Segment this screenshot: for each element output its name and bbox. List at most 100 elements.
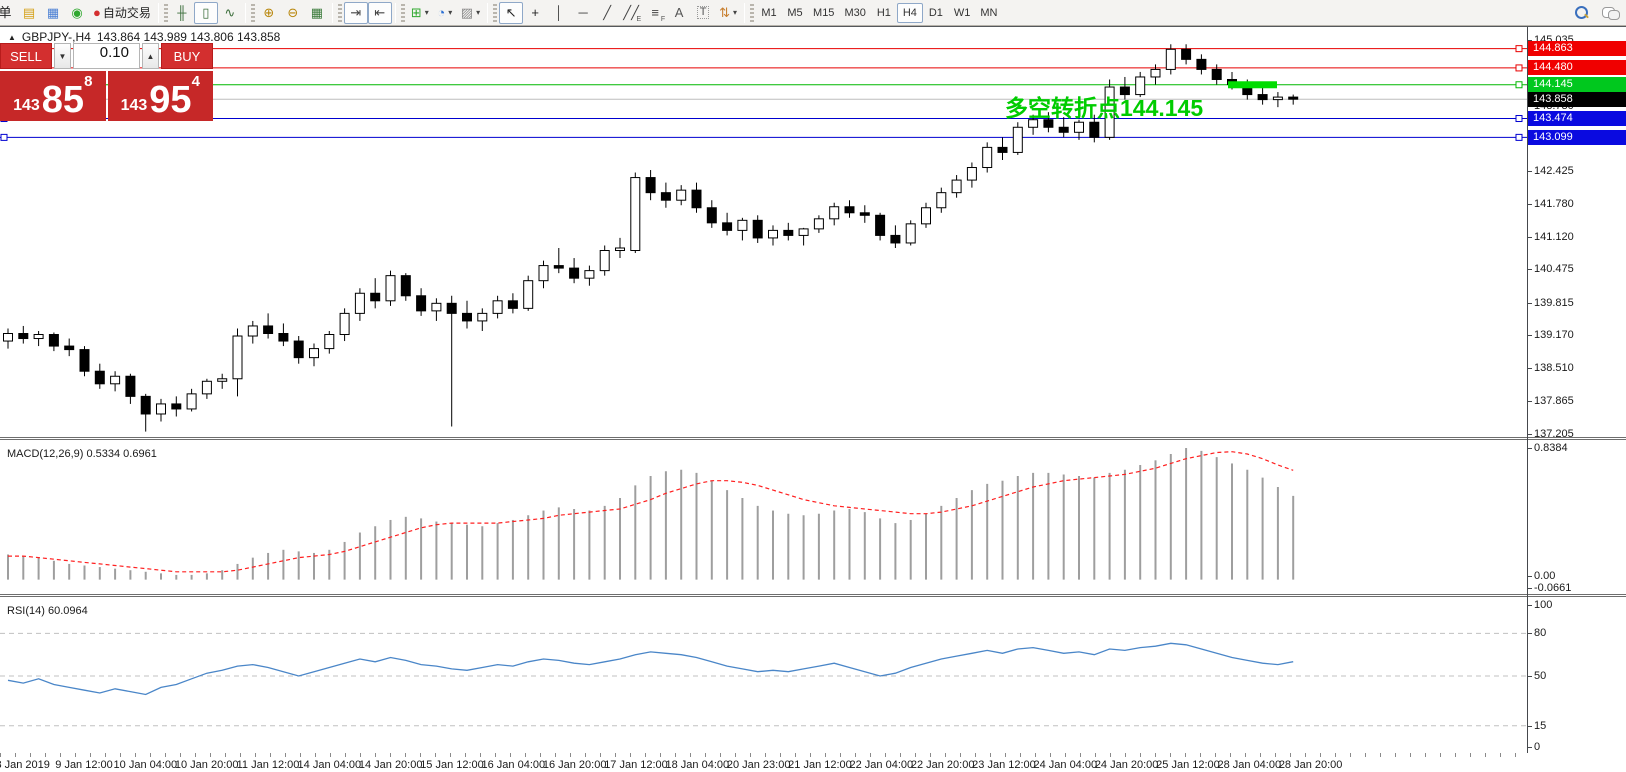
search-icon[interactable] <box>1575 6 1588 19</box>
zoom-in-icon[interactable]: ⊕ <box>257 2 281 24</box>
candlestick-icon: ▯ <box>202 6 209 19</box>
candle-down <box>371 293 380 301</box>
signal-icon[interactable]: ◉ <box>65 2 89 24</box>
line-handle[interactable] <box>1 134 7 140</box>
highlight-trend-segment[interactable] <box>1228 81 1277 88</box>
fibonacci-icon[interactable]: ≡F <box>643 2 667 24</box>
candlestick-icon[interactable]: ▯ <box>194 2 218 24</box>
candle-up <box>157 404 166 414</box>
candle-up <box>585 271 594 279</box>
chart-area[interactable]: ▲ GBPJPY-,H4 143.864 143.989 143.806 143… <box>0 26 1626 772</box>
dropdown-arrow-icon[interactable]: ▾ <box>476 8 480 17</box>
zoom-in-icon: ⊕ <box>263 6 274 19</box>
price-chart[interactable] <box>0 27 1527 437</box>
candle-up <box>983 147 992 167</box>
auto-scroll-icon: ⇥ <box>350 6 361 19</box>
toolbar-separator <box>158 3 159 23</box>
timeframe-button-h4[interactable]: H4 <box>897 3 923 23</box>
time-label: 8 Jan 2019 <box>0 759 50 771</box>
pane-divider[interactable] <box>0 437 1626 440</box>
rsi-axis-50: 50 <box>1534 670 1546 682</box>
candle-down <box>463 313 472 321</box>
candle-down <box>401 276 410 296</box>
macd-indicator-pane[interactable] <box>0 440 1527 594</box>
pane-divider[interactable] <box>0 594 1626 597</box>
time-label: 22 Jan 20:00 <box>911 759 975 771</box>
timeframe-button-m1[interactable]: M1 <box>756 3 782 23</box>
dropdown-arrow-icon[interactable]: ▾ <box>733 8 737 17</box>
dropdown-arrow-icon[interactable]: ▾ <box>448 8 452 17</box>
timeframe-button-mn[interactable]: MN <box>975 3 1002 23</box>
candle-up <box>799 229 808 236</box>
line-handle[interactable] <box>1516 134 1522 140</box>
candle-down <box>1258 95 1267 100</box>
candle-up <box>1151 69 1160 77</box>
chat-icon[interactable] <box>1602 7 1618 18</box>
rsi-line <box>8 643 1293 694</box>
channel-icon[interactable]: ╱╱E <box>619 2 643 24</box>
time-label: 15 Jan 12:00 <box>420 759 484 771</box>
candle-down <box>1059 127 1068 132</box>
text-icon[interactable]: A <box>667 2 691 24</box>
dropdown-arrow-icon[interactable]: ▾ <box>425 8 429 17</box>
timeframe-button-d1[interactable]: D1 <box>923 3 949 23</box>
lot-size-input[interactable]: 0.10 <box>73 43 140 69</box>
timeframe-button-m5[interactable]: M5 <box>782 3 808 23</box>
market-watch-icon[interactable]: ▤ <box>17 2 41 24</box>
autotrading-button[interactable]: ●自动交易 <box>89 2 155 24</box>
sell-price-button[interactable]: 143 85 8 <box>0 71 106 121</box>
templates-icon[interactable]: ▨▾ <box>457 2 484 24</box>
time-label: 10 Jan 20:00 <box>175 759 239 771</box>
cursor-icon[interactable]: ↖ <box>499 2 523 24</box>
new-order-button[interactable]: 单 <box>0 2 17 24</box>
tile-windows-icon[interactable]: ▦ <box>305 2 329 24</box>
candle-down <box>646 178 655 193</box>
sell-button[interactable]: SELL <box>0 43 52 69</box>
timeframe-button-m30[interactable]: M30 <box>839 3 870 23</box>
candle-up <box>218 379 227 382</box>
symbol-header: ▲ GBPJPY-,H4 143.864 143.989 143.806 143… <box>8 30 280 44</box>
toolbar-drag-handle <box>493 4 497 22</box>
line-handle[interactable] <box>1516 116 1522 122</box>
candle-up <box>922 208 931 224</box>
lot-increase-button[interactable]: ▲ <box>142 43 159 69</box>
line-chart-icon: ∿ <box>224 6 235 19</box>
sell-price-main: 85 <box>42 83 84 117</box>
chart-text-annotation[interactable]: 多空转折点144.145 <box>1005 89 1203 123</box>
lot-decrease-button[interactable]: ▼ <box>54 43 71 69</box>
candle-down <box>570 268 579 278</box>
candle-up <box>111 376 120 384</box>
arrows-icon[interactable]: ⇅▾ <box>715 2 741 24</box>
chart-window-icon[interactable]: ▦ <box>41 2 65 24</box>
indicators-icon[interactable]: ⊞▾ <box>407 2 433 24</box>
trendline-icon[interactable]: ╱ <box>595 2 619 24</box>
main-toolbar: 单▤▦◉●自动交易╫▯∿⊕⊖▦⇥⇤⊞▾◔▾▨▾↖+│─╱╱╱E≡FAT⇅▾M1M… <box>0 0 1626 26</box>
line-handle[interactable] <box>1516 65 1522 71</box>
candle-up <box>187 394 196 409</box>
buy-button[interactable]: BUY <box>161 43 213 69</box>
auto-scroll-icon[interactable]: ⇥ <box>344 2 368 24</box>
rsi-indicator-pane[interactable] <box>0 597 1527 753</box>
ohlc-bars-icon[interactable]: ╫ <box>170 2 194 24</box>
label-icon[interactable]: T <box>691 2 715 24</box>
crosshair-icon[interactable]: + <box>523 2 547 24</box>
collapse-panel-icon[interactable]: ▲ <box>8 33 16 42</box>
buy-price-button[interactable]: 143 95 4 <box>108 71 214 121</box>
line-chart-icon[interactable]: ∿ <box>218 2 242 24</box>
candle-up <box>769 230 778 238</box>
timeframe-button-w1[interactable]: W1 <box>949 3 976 23</box>
line-handle[interactable] <box>1516 82 1522 88</box>
timeframe-button-m15[interactable]: M15 <box>808 3 839 23</box>
zoom-out-icon[interactable]: ⊖ <box>281 2 305 24</box>
time-axis[interactable]: 8 Jan 20199 Jan 12:0010 Jan 04:0010 Jan … <box>0 753 1626 772</box>
candle-up <box>432 303 441 311</box>
chart-shift-icon[interactable]: ⇤ <box>368 2 392 24</box>
line-handle[interactable] <box>1516 46 1522 52</box>
horizontal-line-icon[interactable]: ─ <box>571 2 595 24</box>
time-label: 18 Jan 04:00 <box>666 759 730 771</box>
periods-icon[interactable]: ◔▾ <box>433 2 457 24</box>
symbol-name: GBPJPY-,H4 <box>22 30 91 44</box>
candle-down <box>294 341 303 358</box>
vertical-line-icon[interactable]: │ <box>547 2 571 24</box>
timeframe-button-h1[interactable]: H1 <box>871 3 897 23</box>
